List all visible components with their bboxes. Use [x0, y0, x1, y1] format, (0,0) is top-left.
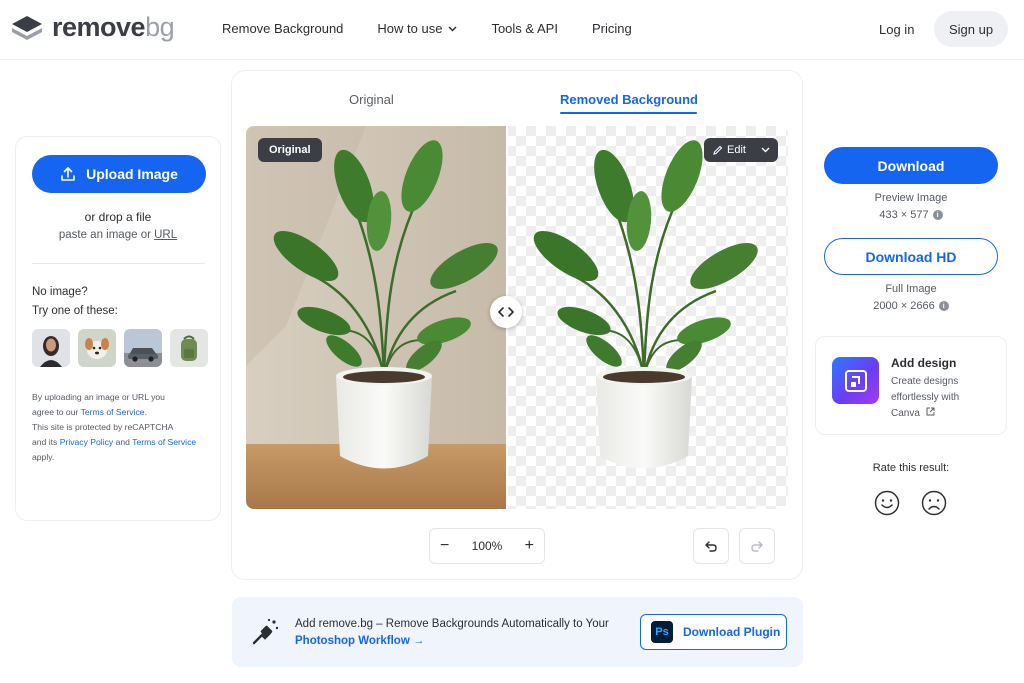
banner-text: Add remove.bg – Remove Backgrounds Autom… [295, 618, 609, 647]
drop-file-text: or drop a file [84, 210, 152, 224]
main-nav: Remove Background How to use Tools & API… [222, 21, 666, 36]
upload-panel: Upload Image or drop a file paste an ima… [15, 136, 221, 521]
nav-how-to-use[interactable]: How to use [377, 21, 457, 36]
full-image-size: 2000 × 2666 i [824, 300, 998, 312]
tab-original[interactable]: Original [349, 92, 394, 107]
sample-images [32, 329, 208, 367]
sample-image-car[interactable] [124, 329, 162, 367]
plugin-icon [252, 618, 279, 645]
edit-label: Edit [727, 144, 746, 156]
arrow-right-icon: → [412, 635, 425, 647]
canva-design-icon [832, 357, 879, 404]
info-icon[interactable]: i [938, 301, 949, 311]
original-badge: Original [258, 138, 322, 162]
upload-image-label: Upload Image [86, 166, 178, 182]
download-hd-button[interactable]: Download HD [824, 238, 998, 275]
editor-card: Original Removed Background Original Edi… [231, 70, 803, 580]
preview-image-label: Preview Image [874, 192, 948, 204]
url-link[interactable]: URL [154, 229, 177, 241]
sad-face-icon[interactable] [921, 490, 947, 516]
signup-button[interactable]: Sign up [934, 11, 1008, 47]
login-link[interactable]: Log in [879, 22, 914, 37]
edit-button[interactable]: Edit [704, 138, 778, 162]
add-design-description: Create designs effortlessly with Canva [891, 376, 960, 419]
sample-prompt: No image? Try one of these: [32, 286, 118, 317]
zoom-control: − 100% + [429, 528, 545, 564]
pencil-icon [713, 145, 723, 155]
chevron-down-icon [761, 147, 770, 153]
undo-button[interactable] [693, 528, 729, 564]
external-link-icon [926, 407, 935, 416]
full-image-label: Full Image [885, 283, 937, 295]
undo-icon [705, 541, 717, 552]
left-right-arrows-icon [498, 307, 514, 317]
terms-link-2[interactable]: Terms of Service [132, 437, 196, 447]
sample-image-woman[interactable] [32, 329, 70, 367]
download-plugin-label: Download Plugin [683, 625, 781, 639]
add-design-card[interactable]: Add design Create designs effortlessly w… [815, 336, 1007, 435]
privacy-link[interactable]: Privacy Policy [60, 437, 113, 447]
zoom-out-button[interactable]: − [440, 538, 449, 554]
download-button[interactable]: Download [824, 147, 998, 184]
redo-icon [751, 541, 763, 552]
logo-icon [12, 15, 42, 40]
top-navbar: removebg Remove Background How to use To… [0, 0, 1024, 60]
divider [32, 263, 205, 264]
info-icon[interactable]: i [932, 210, 943, 220]
nav-remove-background[interactable]: Remove Background [222, 21, 343, 36]
nav-pricing[interactable]: Pricing [592, 21, 632, 36]
compare-slider-handle[interactable] [490, 296, 522, 328]
tab-removed-background[interactable]: Removed Background [560, 92, 698, 107]
photoshop-icon: Ps [651, 621, 673, 643]
photoshop-workflow-link[interactable]: Photoshop Workflow [295, 635, 410, 647]
legal-notice: By uploading an image or URL you agree t… [32, 392, 197, 462]
sample-image-dog[interactable] [78, 329, 116, 367]
terms-link[interactable]: Terms of Service [81, 407, 145, 417]
preview-image-size: 433 × 577 i [824, 209, 998, 221]
download-plugin-button[interactable]: Ps Download Plugin [640, 614, 787, 650]
sample-image-backpack[interactable] [170, 329, 208, 367]
paste-text: paste an image or URL [58, 229, 178, 241]
happy-face-icon[interactable] [874, 490, 900, 516]
photoshop-plugin-banner: Add remove.bg – Remove Backgrounds Autom… [232, 597, 803, 667]
rate-result-label: Rate this result: [872, 462, 950, 474]
nav-tools-api[interactable]: Tools & API [491, 21, 557, 36]
upload-image-button[interactable]: Upload Image [32, 155, 206, 193]
upload-icon [61, 167, 75, 181]
add-design-title: Add design [891, 356, 957, 370]
chevron-down-icon [448, 26, 457, 31]
logo[interactable]: removebg [10, 12, 175, 43]
image-compare[interactable]: Original Edit [246, 126, 788, 509]
zoom-in-button[interactable]: + [525, 538, 534, 554]
active-tab-indicator [560, 112, 697, 114]
redo-button[interactable] [739, 528, 775, 564]
zoom-level: 100% [471, 539, 503, 553]
logo-wordmark: removebg [52, 12, 175, 42]
